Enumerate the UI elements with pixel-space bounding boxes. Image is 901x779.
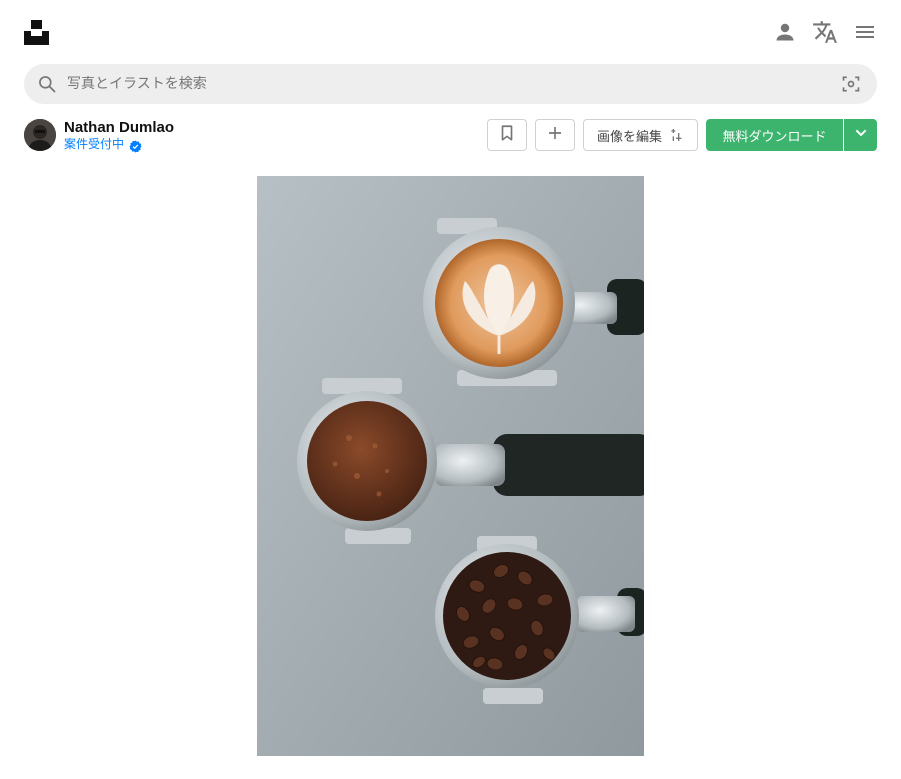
search-icon[interactable] [37,74,57,94]
translate-icon[interactable] [811,18,839,46]
plus-icon [546,124,564,146]
author-info: Nathan Dumlao 案件受付中 [24,119,174,152]
menu-icon[interactable] [851,18,879,46]
avatar[interactable] [24,119,56,151]
hire-status-link[interactable]: 案件受付中 [64,137,124,151]
chevron-down-icon [853,125,869,145]
visual-search-icon[interactable] [841,74,861,94]
edit-image-label: 画像を編集 [596,129,662,145]
verified-icon [129,138,142,152]
author-status: 案件受付中 [64,137,174,152]
top-navigation-bar [0,0,901,64]
download-options-button[interactable] [844,119,877,151]
bookmark-button[interactable] [487,119,527,151]
search-input[interactable] [67,64,827,104]
main-photo[interactable] [257,176,644,756]
user-icon[interactable] [771,18,799,46]
edit-image-button[interactable]: 画像を編集 [583,119,698,151]
bookmark-icon [498,124,516,146]
add-to-collection-button[interactable] [535,119,575,151]
download-button[interactable]: 無料ダウンロード [706,119,843,151]
author-text: Nathan Dumlao 案件受付中 [64,119,174,152]
unsplash-logo-icon[interactable] [24,20,49,45]
author-name[interactable]: Nathan Dumlao [64,119,174,136]
search-bar [24,64,877,104]
edit-sparkle-icon [671,129,682,141]
